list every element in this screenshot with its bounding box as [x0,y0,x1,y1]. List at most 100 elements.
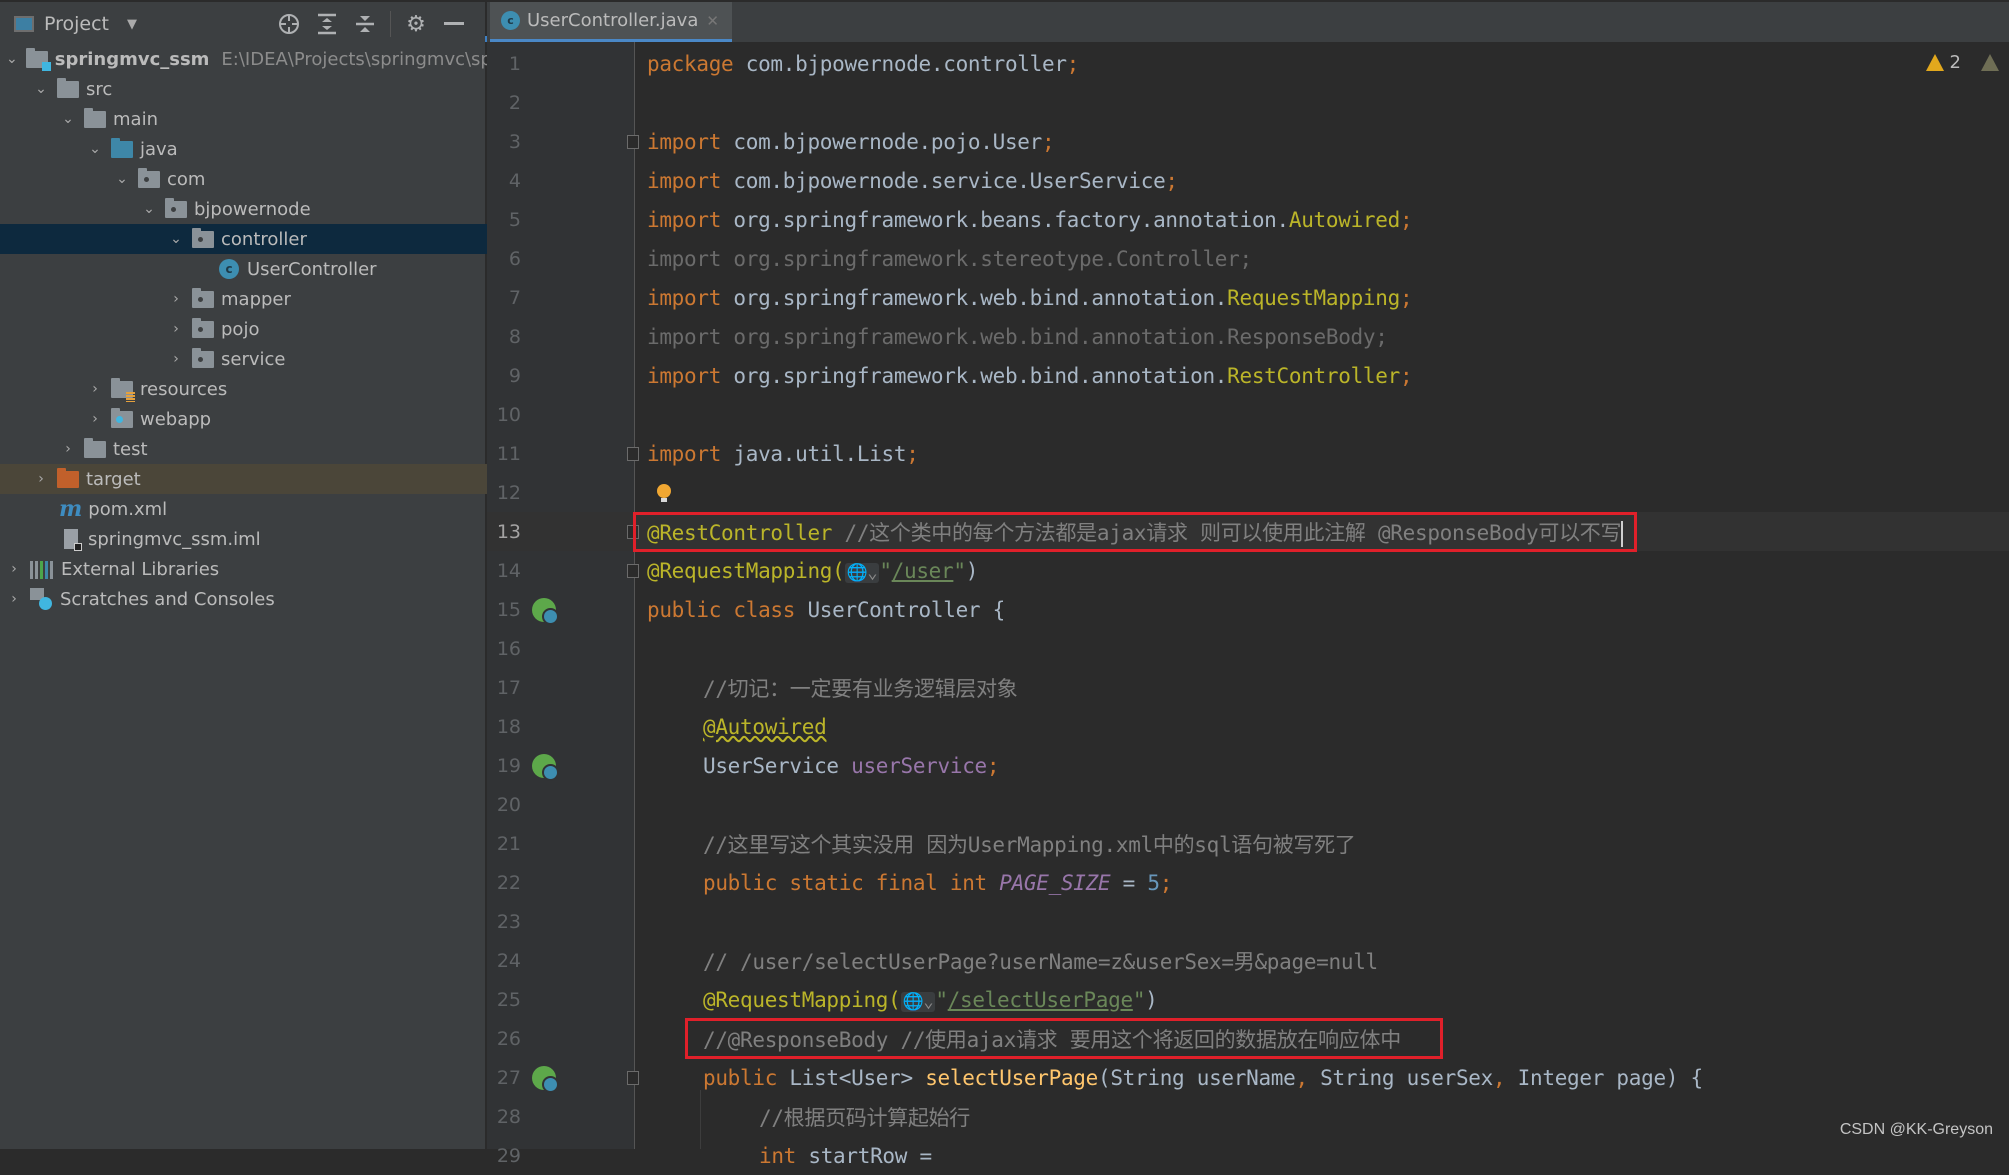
line-number: 29 [496,1144,521,1167]
expand-all-icon[interactable] [308,10,346,38]
source-folder-icon [111,137,133,158]
tree-item-label: test [113,438,148,460]
chevron-right-icon[interactable]: › [168,291,184,307]
maven-icon: m [59,496,83,522]
tree-item-target[interactable]: › target [0,464,518,494]
tree-item-main[interactable]: ⌄ main [0,104,545,134]
code-text: @RestController //这个类中的每个方法都是ajax请求 则可以使… [647,520,1624,547]
code-text: // /user/selectUserPage?userName=z&userS… [703,949,1378,974]
locate-icon[interactable] [270,10,308,38]
tab-usercontroller-java[interactable]: c UserController.java ✕ [490,2,732,42]
close-icon[interactable]: ✕ [706,12,719,30]
code-text: import org.springframework.web.bind.anno… [647,324,1388,349]
indent-guide [700,1090,701,1149]
tree-item-label: pom.xml [88,498,168,520]
fold-icon[interactable] [627,563,639,578]
code-text: public static final int PAGE_SIZE = 5; [703,870,1173,895]
tree-item-iml[interactable]: springmvc_ssm.iml [0,524,549,554]
tree-item-label: UserController [247,258,377,280]
line-number: 24 [496,949,521,972]
line-number: 15 [496,598,521,621]
code-text: @RequestMapping(🌐⌄"/selectUserPage") [703,987,1158,1012]
chevron-right-icon[interactable]: › [60,441,76,457]
gear-icon[interactable]: ⚙ [397,10,435,38]
code-line: 3 import com.bjpowernode.pojo.User; [487,122,2009,161]
chevron-down-icon[interactable]: ⌄ [6,51,18,67]
url-link[interactable]: /selectUserPage [948,988,1133,1012]
editor: c UserController.java ✕ 2 1 package com.… [487,0,2009,1168]
code-text: import java.util.List; [647,441,919,466]
chevron-right-icon[interactable]: › [87,411,103,427]
code-text: import com.bjpowernode.pojo.User; [647,129,1055,154]
tree-item-src[interactable]: ⌄ src [0,74,518,104]
tree-item-label: target [86,468,141,490]
chevron-right-icon[interactable]: › [168,351,184,367]
url-link[interactable]: /user [892,559,954,583]
project-header: Project ▼ ⚙ [0,0,485,44]
tree-item-test[interactable]: › test [0,434,545,464]
code-text: @Autowired [703,714,827,739]
chevron-down-icon[interactable]: ⌄ [33,81,49,97]
line-number: 1 [508,52,521,75]
java-class-icon: c [219,259,239,279]
code-line: 23 [487,902,2009,941]
tree-item-springmvc-ssm[interactable]: ⌄ springmvc_ssm E:\IDEA\Projects\springm… [0,44,491,74]
tree-item-label: resources [140,378,228,400]
fold-icon[interactable] [627,524,639,539]
globe-icon[interactable]: 🌐⌄ [844,562,880,583]
chevron-down-icon[interactable]: ⌄ [141,201,157,217]
chevron-right-icon[interactable]: › [168,321,184,337]
code-line: 6 import org.springframework.stereotype.… [487,239,2009,278]
module-path: E:\IDEA\Projects\springmvc\spri [221,48,491,70]
tree-item-label: mapper [221,288,291,310]
line-number: 11 [496,442,521,465]
chevron-right-icon[interactable]: › [6,591,22,607]
code-line: 4 import com.bjpowernode.service.UserSer… [487,161,2009,200]
tab-label: UserController.java [527,10,699,31]
tree-item-scratches[interactable]: › Scratches and Consoles [0,584,491,614]
code-area[interactable]: 1 package com.bjpowernode.controller; 2 … [487,42,2009,1168]
code-text: @RequestMapping(🌐⌄"/user") [647,558,979,583]
tree-item-label: controller [221,228,307,250]
line-number: 17 [496,676,521,699]
tree-item-label: main [113,108,158,130]
code-line: 1 package com.bjpowernode.controller; [487,44,2009,83]
spring-bean-gutter-icon[interactable] [532,597,559,625]
module-file-icon [64,529,82,551]
line-number: 25 [496,988,521,1011]
line-number: 3 [508,130,521,153]
excluded-folder-icon [57,467,79,488]
tree-item-label: Scratches and Consoles [60,588,275,610]
fold-icon[interactable] [627,134,639,149]
project-toolbar: ⚙ [270,10,473,38]
tree-item-external-libraries[interactable]: › External Libraries [0,554,491,584]
tree-item-label: External Libraries [61,558,220,580]
module-folder-icon [25,47,51,71]
code-text: import org.springframework.beans.factory… [647,207,1413,232]
chevron-right-icon[interactable]: › [87,381,103,397]
chevron-right-icon[interactable]: › [6,561,22,577]
project-view-selector[interactable]: Project ▼ [14,10,137,38]
chevron-right-icon[interactable]: › [33,471,49,487]
minimize-icon[interactable] [435,10,473,38]
chevron-down-icon[interactable]: ⌄ [87,141,103,157]
fold-icon[interactable] [627,1070,639,1085]
chevron-down-icon[interactable]: ⌄ [168,231,184,247]
line-number: 4 [508,169,521,192]
line-number: 8 [508,325,521,348]
project-tool-window: Project ▼ ⚙ ⌄ springmvc_ssm E:\IDEA\Proj… [0,0,653,1149]
tree-item-pom-xml[interactable]: m pom.xml [0,494,544,524]
autowired-gutter-icon[interactable] [532,753,559,781]
tree-item-label: springmvc_ssm.iml [88,528,261,550]
chevron-down-icon[interactable]: ⌄ [114,171,130,187]
code-line: 16 [487,629,2009,668]
collapse-all-icon[interactable] [346,10,384,38]
globe-icon[interactable]: 🌐⌄ [900,991,936,1012]
code-line: 10 [487,395,2009,434]
chevron-down-icon[interactable]: ⌄ [60,111,76,127]
request-mapping-gutter-icon[interactable] [532,1065,559,1093]
fold-icon[interactable] [627,446,639,461]
code-line: 25 @RequestMapping(🌐⌄"/selectUserPage") [487,980,2009,1019]
code-line-current: 13 @RestController //这个类中的每个方法都是ajax请求 则… [487,512,2009,551]
lightbulb-icon[interactable] [657,483,671,502]
